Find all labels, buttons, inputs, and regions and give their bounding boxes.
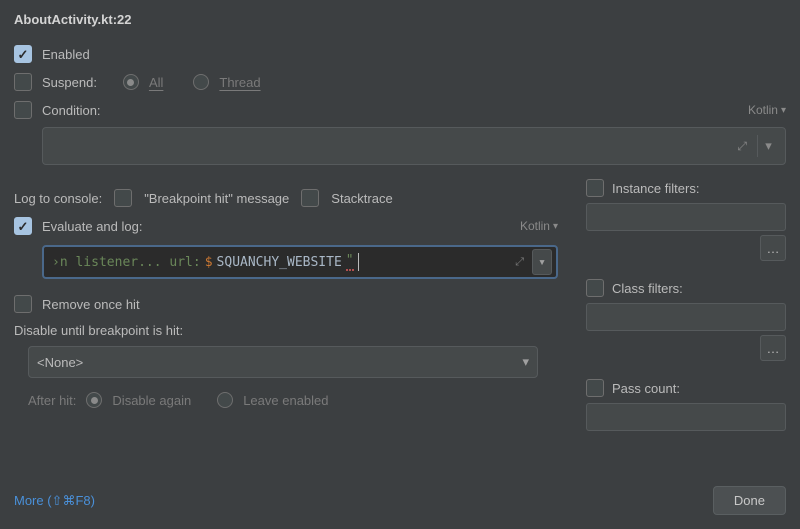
- instance-filters-checkbox[interactable]: [586, 179, 604, 197]
- evaluate-lang-label: Kotlin: [520, 219, 550, 233]
- evaluate-history-dropdown[interactable]: ▾: [532, 249, 552, 275]
- condition-label: Condition:: [42, 103, 101, 118]
- condition-lang-chip[interactable]: Kotlin ▾: [748, 103, 786, 117]
- stacktrace-label: Stacktrace: [331, 191, 392, 206]
- suspend-all-radio[interactable]: [123, 74, 139, 90]
- evaluate-label: Evaluate and log:: [42, 219, 142, 234]
- expand-icon[interactable]: ⤢: [511, 255, 528, 269]
- remove-once-hit-checkbox[interactable]: [14, 295, 32, 313]
- disable-until-label: Disable until breakpoint is hit:: [14, 323, 558, 338]
- after-hit-disable-radio[interactable]: [86, 392, 102, 408]
- text-cursor: [358, 253, 359, 271]
- suspend-checkbox[interactable]: [14, 73, 32, 91]
- suspend-thread-label: Thread: [219, 75, 260, 90]
- condition-history-dropdown[interactable]: ▾: [757, 135, 779, 157]
- chevron-down-icon: ▾: [522, 354, 529, 370]
- suspend-label: Suspend:: [42, 75, 97, 90]
- pass-count-checkbox[interactable]: [586, 379, 604, 397]
- instance-filters-label: Instance filters:: [612, 181, 699, 196]
- class-filters-input[interactable]: [586, 303, 786, 331]
- condition-checkbox[interactable]: [14, 101, 32, 119]
- disable-until-value: <None>: [37, 355, 83, 370]
- stacktrace-checkbox[interactable]: [301, 189, 319, 207]
- class-filters-label: Class filters:: [612, 281, 683, 296]
- enabled-label: Enabled: [42, 47, 90, 62]
- evaluate-row: Evaluate and log: Kotlin ▾: [14, 217, 558, 235]
- code-token-quote: ": [346, 253, 354, 271]
- enabled-checkbox[interactable]: [14, 45, 32, 63]
- instance-filters-input[interactable]: [586, 203, 786, 231]
- chevron-down-icon: ▾: [781, 105, 786, 116]
- more-link[interactable]: More (⇧⌘F8): [14, 493, 95, 509]
- class-filters-checkbox[interactable]: [586, 279, 604, 297]
- disable-until-select[interactable]: <None> ▾: [28, 346, 538, 378]
- enabled-row: Enabled: [14, 45, 786, 63]
- condition-lang-label: Kotlin: [748, 103, 778, 117]
- remove-once-hit-label: Remove once hit: [42, 297, 140, 312]
- condition-input[interactable]: ⤢ ▾: [42, 127, 786, 165]
- after-hit-leave-label: Leave enabled: [243, 393, 328, 408]
- log-to-console-row: Log to console: "Breakpoint hit" message…: [14, 189, 558, 207]
- evaluate-code-input[interactable]: ›n listener... url: $ SQUANCHY_WEBSITE " ⤢…: [42, 245, 558, 279]
- after-hit-label: After hit:: [28, 393, 76, 408]
- expand-icon[interactable]: ⤢: [733, 137, 751, 156]
- bphit-checkbox[interactable]: [114, 189, 132, 207]
- class-filters-browse-button[interactable]: …: [760, 335, 786, 361]
- suspend-all-label: All: [149, 75, 163, 90]
- pass-count-input[interactable]: [586, 403, 786, 431]
- bphit-label: "Breakpoint hit" message: [144, 191, 289, 206]
- code-token-dollar: $: [205, 255, 213, 270]
- evaluate-lang-chip[interactable]: Kotlin ▾: [520, 219, 558, 233]
- pass-count-label: Pass count:: [612, 381, 680, 396]
- instance-filters-browse-button[interactable]: …: [760, 235, 786, 261]
- log-to-console-label: Log to console:: [14, 191, 102, 206]
- chevron-down-icon: ▾: [553, 221, 558, 232]
- after-hit-disable-label: Disable again: [112, 393, 191, 408]
- code-token-string: ›n listener... url:: [52, 255, 201, 270]
- breakpoint-title: AboutActivity.kt:22: [0, 0, 800, 35]
- evaluate-checkbox[interactable]: [14, 217, 32, 235]
- done-button[interactable]: Done: [713, 486, 786, 515]
- after-hit-leave-radio[interactable]: [217, 392, 233, 408]
- suspend-row: Suspend: All Thread: [14, 73, 786, 91]
- suspend-thread-radio[interactable]: [193, 74, 209, 90]
- code-token-var: SQUANCHY_WEBSITE: [217, 255, 342, 270]
